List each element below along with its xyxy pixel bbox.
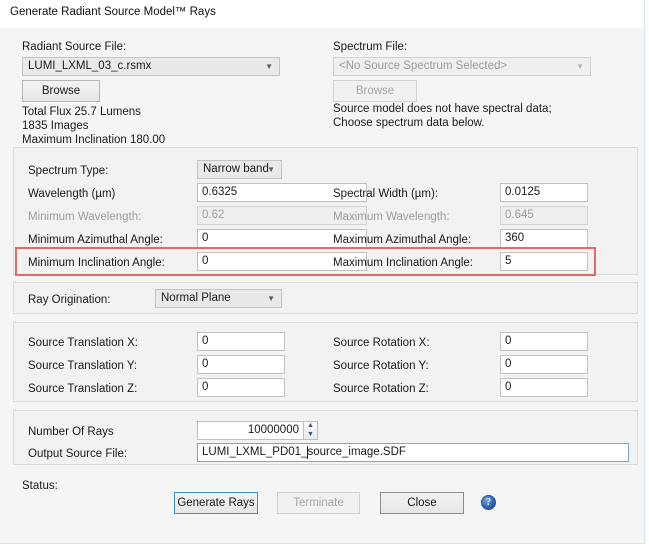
spectrum-file-combo[interactable]: <No Source Spectrum Selected> ▼ <box>333 57 591 76</box>
spinner-down-icon[interactable]: ▼ <box>304 431 317 439</box>
output-source-file-input[interactable]: LUMI_LXML_PD01_source_image.SDF <box>197 443 629 462</box>
spectrum-type-label: Spectrum Type: <box>28 165 108 177</box>
chevron-down-icon: ▼ <box>265 58 273 75</box>
ray-origination-combo[interactable]: Normal Plane ▼ <box>155 289 282 308</box>
source-translation-y-input[interactable]: 0 <box>197 355 285 374</box>
minimum-inclination-angle-label: Minimum Inclination Angle: <box>28 257 165 269</box>
minimum-azimuthal-angle-label: Minimum Azimuthal Angle: <box>28 234 163 246</box>
source-rotation-z-input[interactable]: 0 <box>500 378 588 397</box>
spectrum-info-line-1: Source model does not have spectral data… <box>333 103 552 115</box>
output-source-file-label: Output Source File: <box>28 448 127 460</box>
chevron-down-icon: ▼ <box>576 58 584 75</box>
spectrum-type-combo[interactable]: Narrow band ▼ <box>197 160 282 179</box>
source-rotation-y-label: Source Rotation Y: <box>333 360 429 372</box>
dialog-window: Generate Radiant Source Model™ Rays Radi… <box>0 0 645 544</box>
source-rotation-z-label: Source Rotation Z: <box>333 383 429 395</box>
source-translation-x-label: Source Translation X: <box>28 337 138 349</box>
chevron-down-icon: ▼ <box>267 161 275 178</box>
status-label: Status: <box>22 480 58 492</box>
chevron-down-icon: ▼ <box>267 290 275 307</box>
help-glyph: ? <box>482 495 495 510</box>
number-of-rays-input[interactable]: 10000000 <box>197 421 304 440</box>
ray-origination-value: Normal Plane <box>161 292 231 304</box>
text-caret <box>307 446 308 459</box>
help-icon[interactable]: ? <box>481 495 496 510</box>
minimum-wavelength-label: Minimum Wavelength: <box>28 211 141 223</box>
wavelength-label: Wavelength (µm) <box>28 188 115 200</box>
spectral-width-input[interactable]: 0.0125 <box>500 183 588 202</box>
radiant-source-file-combo[interactable]: LUMI_LXML_03_c.rsmx ▼ <box>22 57 280 76</box>
ray-origination-label: Ray Origination: <box>28 294 110 306</box>
radiant-source-file-value: LUMI_LXML_03_c.rsmx <box>28 60 151 72</box>
source-translation-z-input[interactable]: 0 <box>197 378 285 397</box>
maximum-azimuthal-angle-input[interactable]: 360 <box>500 229 588 248</box>
source-rotation-y-input[interactable]: 0 <box>500 355 588 374</box>
spectrum-info-line-2: Choose spectrum data below. <box>333 117 485 129</box>
generate-rays-button[interactable]: Generate Rays <box>174 492 258 514</box>
source-translation-z-label: Source Translation Z: <box>28 383 137 395</box>
images-count-text: 1835 Images <box>22 120 89 132</box>
spectrum-file-label: Spectrum File: <box>333 41 407 53</box>
radiant-source-file-label: Radiant Source File: <box>22 41 126 53</box>
source-translation-x-input[interactable]: 0 <box>197 332 285 351</box>
browse-spectrum-button: Browse <box>333 80 417 102</box>
browse-radiant-source-button[interactable]: Browse <box>22 80 100 102</box>
terminate-button: Terminate <box>277 492 360 514</box>
close-button[interactable]: Close <box>380 492 464 514</box>
maximum-wavelength-label: Maximum Wavelength: <box>333 211 450 223</box>
spectral-width-label: Spectral Width (µm): <box>333 188 438 200</box>
source-translation-y-label: Source Translation Y: <box>28 360 137 372</box>
maximum-inclination-angle-label: Maximum Inclination Angle: <box>333 257 473 269</box>
total-flux-text: Total Flux 25.7 Lumens <box>22 106 141 118</box>
spectrum-type-value: Narrow band <box>203 163 269 175</box>
source-rotation-x-input[interactable]: 0 <box>500 332 588 351</box>
maximum-wavelength-input: 0.645 <box>500 206 588 225</box>
title-bar: Generate Radiant Source Model™ Rays <box>0 0 644 28</box>
spinner-up-icon[interactable]: ▲ <box>304 422 317 430</box>
maximum-inclination-angle-input[interactable]: 5 <box>500 252 588 271</box>
number-of-rays-spinner[interactable]: ▲ ▼ <box>303 421 318 440</box>
spectrum-file-value: <No Source Spectrum Selected> <box>339 60 507 72</box>
number-of-rays-label: Number Of Rays <box>28 426 114 438</box>
maximum-inclination-text: Maximum Inclination 180.00 <box>22 134 165 146</box>
maximum-azimuthal-angle-label: Maximum Azimuthal Angle: <box>333 234 471 246</box>
source-rotation-x-label: Source Rotation X: <box>333 337 430 349</box>
page-title: Generate Radiant Source Model™ Rays <box>10 6 216 18</box>
